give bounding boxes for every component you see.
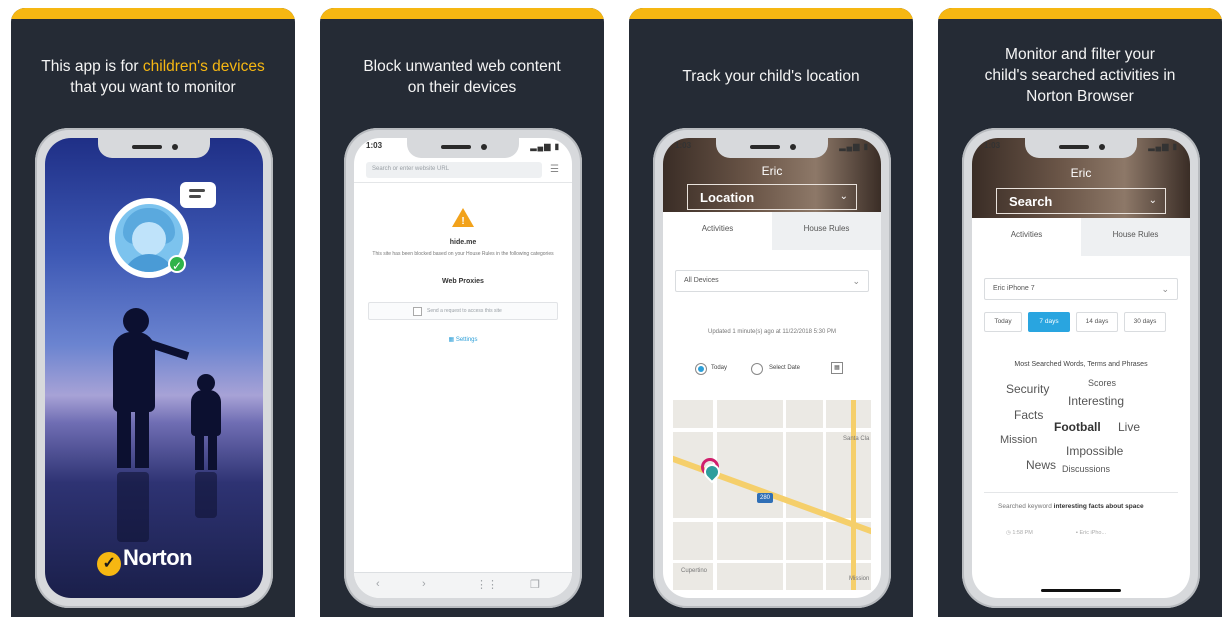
phone-screen: 1:03 ▂▄▆ ▮ Eric Search ⌄ Activities House …: [972, 138, 1190, 598]
chevron-down-icon: ⌄: [1148, 195, 1157, 206]
cloud-word[interactable]: Mission: [1000, 434, 1037, 446]
date-range-selector: Today 7 days 14 days 30 days: [984, 312, 1178, 332]
radio-today-label: Today: [711, 365, 728, 371]
signal-icon: ▂▄▆ ▮: [839, 142, 869, 151]
range-14-days[interactable]: 14 days: [1076, 312, 1118, 332]
chat-bubble-icon: [180, 182, 216, 208]
status-bar: 1:03 ▂▄▆ ▮: [366, 141, 560, 151]
tab-bar: Activities House Rules: [663, 212, 881, 250]
chevron-down-icon: ⌄: [839, 191, 848, 202]
request-checkbox[interactable]: [413, 307, 422, 316]
search-keyword: interesting facts about space: [1053, 503, 1144, 510]
cloud-word[interactable]: Scores: [1088, 378, 1116, 388]
range-7-days[interactable]: 7 days: [1028, 312, 1070, 332]
cloud-word[interactable]: Interesting: [1068, 394, 1124, 408]
browser-toolbar: ‹ › ⋮⋮ ❐: [354, 572, 572, 598]
phone-screen: 1:03 ▂▄▆ ▮ Eric Location ⌄ Activities Hous…: [663, 138, 881, 598]
tab-house-rules[interactable]: House Rules: [772, 212, 881, 250]
forward-icon[interactable]: ›: [422, 578, 426, 590]
range-30-days[interactable]: 30 days: [1124, 312, 1166, 332]
url-search-bar[interactable]: Search or enter website URL: [366, 162, 542, 178]
cloud-word[interactable]: Discussions: [1062, 464, 1110, 474]
norton-logo: ✓ Norton: [97, 545, 193, 576]
card-title: Monitor and filter your child's searched…: [984, 46, 1176, 105]
signal-icon: ▂▄▆ ▮: [530, 142, 560, 151]
signal-icon: ▂▄▆ ▮: [1148, 142, 1178, 151]
device-dropdown[interactable]: Eric iPhone 7 ⌄: [984, 278, 1178, 300]
card-title: Track your child's location: [682, 68, 860, 85]
tab-bar: Activities House Rules: [972, 218, 1190, 256]
home-indicator: [1041, 589, 1121, 592]
device-dropdown[interactable]: All Devices ⌄: [675, 270, 869, 292]
feature-selector[interactable]: Search ⌄: [996, 188, 1166, 214]
cloud-word[interactable]: Football: [1054, 420, 1101, 434]
radio-select-date-label: Select Date: [769, 365, 801, 371]
phone-mockup: 1:03 ▂▄▆ ▮ Eric Location ⌄ Activities Hous…: [653, 128, 891, 608]
cloud-word[interactable]: Facts: [1014, 408, 1043, 422]
phone-screen: 1:03 ▂▄▆ ▮ Search or enter website URL ☰ …: [354, 138, 572, 598]
entry-time: ◷ 1:58 PM: [1006, 530, 1033, 536]
last-updated-text: Updated 1 minute(s) ago at 11/22/2018 5:…: [708, 329, 836, 335]
promo-card-block-content: Block unwanted web content on their devi…: [320, 8, 604, 617]
card-title: This app is for children's devices that …: [41, 58, 265, 96]
promo-card-location: Track your child's location 1:03 ▂▄▆ ▮ Er…: [629, 8, 913, 617]
feature-selector[interactable]: Location ⌄: [687, 184, 857, 210]
back-icon[interactable]: ‹: [376, 578, 380, 590]
tab-house-rules[interactable]: House Rules: [1081, 218, 1190, 256]
phone-mockup: 1:03 ▂▄▆ ▮ Eric Search ⌄ Activities House …: [962, 128, 1200, 608]
tab-activities[interactable]: Activities: [972, 218, 1081, 256]
copy-icon[interactable]: ❐: [530, 578, 540, 591]
settings-link[interactable]: ▦ Settings: [354, 336, 572, 343]
parent-silhouette: [123, 308, 149, 334]
child-name: Eric: [1070, 166, 1092, 180]
cloud-word[interactable]: Security: [1006, 382, 1049, 396]
promo-card-children-devices: This app is for children's devices that …: [11, 8, 295, 617]
blocked-description: This site has been blocked based on your…: [372, 251, 554, 257]
promo-card-search-monitor: Monitor and filter your child's searched…: [938, 8, 1222, 617]
request-label: Send a request to access this site: [427, 308, 502, 314]
radio-today[interactable]: [695, 363, 707, 375]
blocked-site-name: hide.me: [449, 239, 477, 246]
chevron-down-icon: ⌄: [1161, 284, 1169, 294]
access-request-row[interactable]: Send a request to access this site: [368, 302, 558, 320]
blocked-category: Web Proxies: [442, 278, 484, 285]
radio-select-date[interactable]: [751, 363, 763, 375]
cloud-word[interactable]: Impossible: [1066, 444, 1123, 458]
status-bar: 1:03 ▂▄▆ ▮: [675, 141, 869, 151]
phone-screen: ✓ ✓ Norton: [45, 138, 263, 598]
tab-activities[interactable]: Activities: [663, 212, 772, 250]
status-bar: 1:03 ▂▄▆ ▮: [984, 141, 1178, 151]
calendar-icon[interactable]: ▦: [831, 362, 843, 374]
word-cloud-heading: Most Searched Words, Terms and Phrases: [1014, 361, 1148, 368]
map-label: Cupertino: [681, 568, 708, 574]
location-map[interactable]: Santa Cla Cupertino Mission 280: [673, 400, 871, 590]
highlight-text: children's devices: [142, 58, 265, 75]
map-label: Mission: [849, 576, 870, 582]
menu-icon[interactable]: ☰: [550, 164, 564, 175]
cloud-word[interactable]: News: [1026, 458, 1056, 472]
phone-mockup: ✓ ✓ Norton: [35, 128, 273, 608]
word-cloud: Security Scores Interesting Facts Footba…: [972, 378, 1190, 488]
phone-mockup: 1:03 ▂▄▆ ▮ Search or enter website URL ☰ …: [344, 128, 582, 608]
phone-notch: [98, 138, 210, 158]
check-icon: ✓: [168, 255, 186, 273]
entry-device: ▪ Eric iPho...: [1076, 530, 1107, 536]
highway-shield: 280: [757, 493, 773, 503]
search-entry[interactable]: Searched keyword interesting facts about…: [998, 502, 1172, 511]
chevron-down-icon: ⌄: [852, 276, 860, 286]
tabs-grid-icon[interactable]: ⋮⋮: [476, 578, 498, 591]
card-title: Block unwanted web content on their devi…: [363, 58, 561, 96]
check-icon: ✓: [97, 552, 121, 576]
child-name: Eric: [761, 164, 783, 178]
range-today[interactable]: Today: [984, 312, 1022, 332]
map-label: Santa Cla: [843, 436, 870, 442]
cloud-word[interactable]: Live: [1118, 420, 1140, 434]
